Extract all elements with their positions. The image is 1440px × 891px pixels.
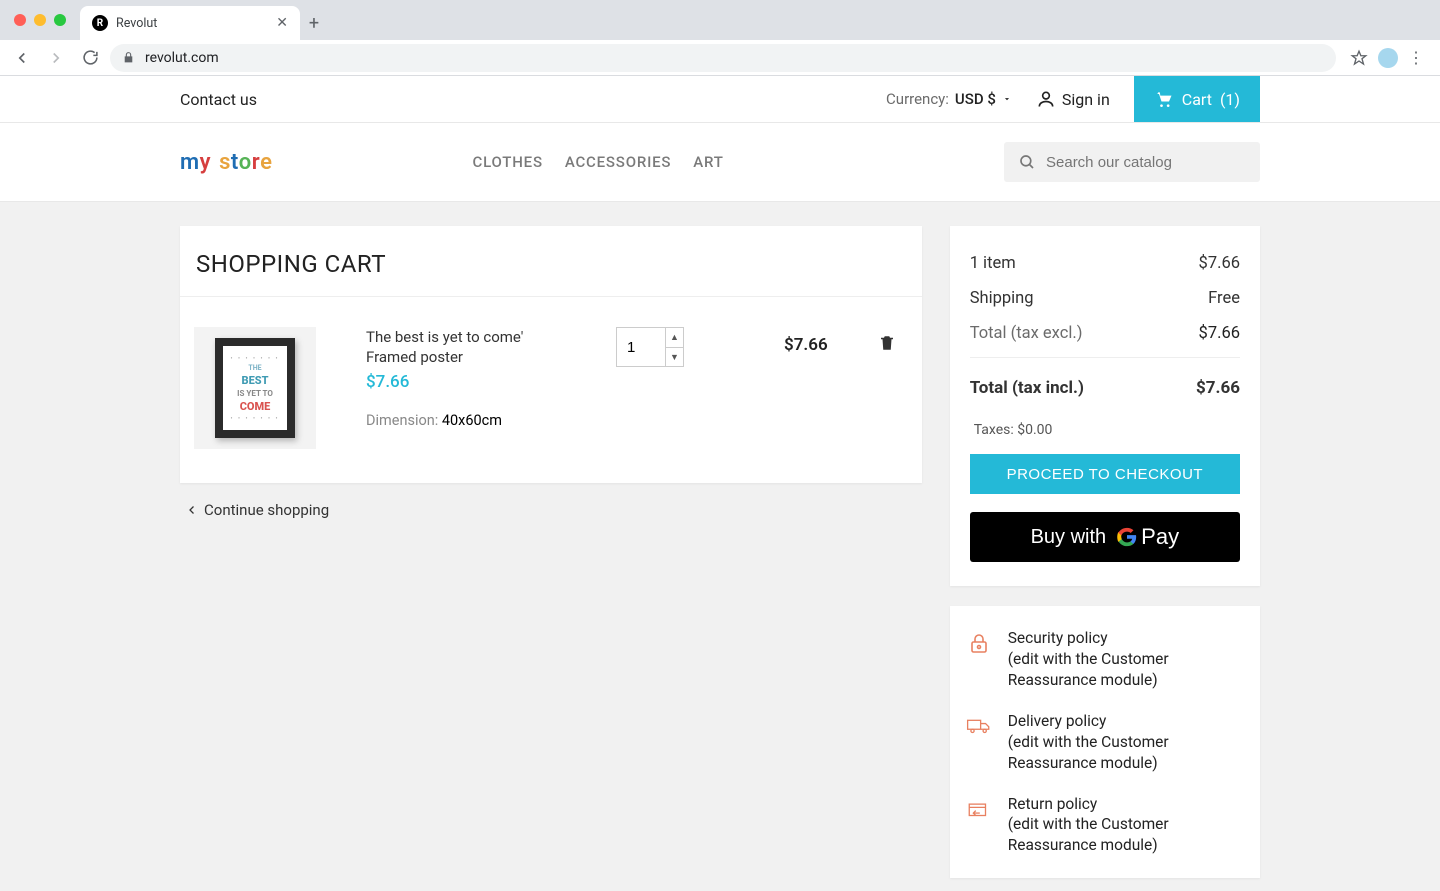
summary-shipping-label: Shipping — [970, 289, 1034, 308]
favicon-icon: R — [92, 15, 108, 31]
truck-icon — [966, 713, 992, 739]
summary-total-excl-value: $7.66 — [1199, 324, 1240, 343]
nav-accessories[interactable]: ACCESSORIES — [565, 153, 671, 171]
checkout-button[interactable]: PROCEED TO CHECKOUT — [970, 454, 1240, 494]
product-unit-price: $7.66 — [366, 372, 566, 392]
nav-clothes[interactable]: CLOTHES — [472, 153, 542, 171]
return-icon — [966, 796, 992, 822]
product-thumbnail[interactable]: • • • • • • • THE BEST IS YET TO COME • … — [194, 327, 316, 449]
user-icon — [1036, 89, 1056, 109]
lock-icon — [966, 630, 992, 656]
qty-down-button[interactable]: ▼ — [666, 348, 683, 367]
currency-value: USD $ — [955, 90, 996, 108]
summary-items-label: 1 item — [970, 254, 1016, 273]
security-sub: (edit with the Customer Reassurance modu… — [1008, 649, 1244, 691]
line-total: $7.66 — [784, 335, 828, 355]
summary-total-excl-label: Total (tax excl.) — [970, 324, 1083, 343]
summary-shipping-value: Free — [1208, 289, 1240, 308]
chevron-left-icon — [186, 504, 198, 516]
taxes-value: $0.00 — [1017, 422, 1052, 438]
gpay-button[interactable]: Buy with Pay — [970, 512, 1240, 562]
lock-icon — [122, 51, 135, 64]
search-box[interactable] — [1004, 142, 1260, 182]
quantity-stepper: ▲ ▼ — [616, 327, 684, 367]
gpay-logo-icon: Pay — [1116, 524, 1179, 550]
profile-avatar[interactable] — [1378, 48, 1398, 68]
return-sub: (edit with the Customer Reassurance modu… — [1008, 814, 1244, 856]
delivery-sub: (edit with the Customer Reassurance modu… — [1008, 732, 1244, 774]
browser-menu-icon[interactable]: ⋮ — [1408, 48, 1424, 67]
return-title: Return policy — [1008, 795, 1098, 813]
search-icon — [1018, 153, 1036, 171]
browser-tab-strip: R Revolut ✕ + — [0, 0, 1440, 40]
reload-button[interactable] — [76, 44, 104, 72]
chevron-down-icon — [1002, 94, 1012, 104]
cart-label: Cart — [1182, 90, 1212, 109]
currency-label: Currency: — [886, 90, 949, 108]
summary-items-value: $7.66 — [1199, 254, 1240, 273]
contact-link[interactable]: Contact us — [180, 90, 257, 109]
close-tab-icon[interactable]: ✕ — [276, 15, 288, 31]
continue-shopping-link[interactable]: Continue shopping — [180, 483, 922, 537]
maximize-window-icon[interactable] — [54, 14, 66, 26]
address-bar[interactable]: revolut.com — [110, 44, 1336, 72]
summary-total-incl-value: $7.66 — [1196, 378, 1240, 398]
delivery-title: Delivery policy — [1008, 712, 1107, 730]
bookmark-icon[interactable] — [1350, 49, 1368, 67]
cart-item: • • • • • • • THE BEST IS YET TO COME • … — [180, 297, 922, 483]
browser-toolbar: revolut.com ⋮ — [0, 40, 1440, 76]
minimize-window-icon[interactable] — [34, 14, 46, 26]
cart-button[interactable]: Cart (1) — [1134, 76, 1260, 122]
quantity-input[interactable] — [617, 328, 665, 366]
page-title: SHOPPING CART — [180, 226, 922, 297]
qty-up-button[interactable]: ▲ — [666, 328, 683, 348]
remove-item-button[interactable] — [878, 333, 896, 353]
poster-icon: • • • • • • • THE BEST IS YET TO COME • … — [215, 338, 295, 438]
nav-art[interactable]: ART — [693, 153, 723, 171]
window-controls — [12, 0, 80, 40]
tab-title: Revolut — [116, 16, 268, 31]
continue-shopping-label: Continue shopping — [204, 501, 329, 519]
new-tab-button[interactable]: + — [300, 6, 328, 40]
browser-tab[interactable]: R Revolut ✕ — [80, 6, 300, 40]
cart-icon — [1154, 89, 1174, 109]
taxes-label: Taxes: — [974, 422, 1014, 438]
forward-button[interactable] — [42, 44, 70, 72]
order-summary: 1 item $7.66 Shipping Free Total (tax ex… — [950, 226, 1260, 586]
back-button[interactable] — [8, 44, 36, 72]
reassurance-block: Security policy (edit with the Customer … — [950, 606, 1260, 878]
cart-count: (1) — [1220, 90, 1240, 109]
security-title: Security policy — [1008, 629, 1108, 647]
summary-total-incl-label: Total (tax incl.) — [970, 378, 1084, 398]
dimension-value: 40x60cm — [442, 412, 502, 429]
gpay-prefix: Buy with — [1031, 526, 1107, 549]
signin-link[interactable]: Sign in — [1036, 76, 1110, 122]
signin-label: Sign in — [1062, 90, 1110, 109]
product-name[interactable]: The best is yet to come' Framed poster — [366, 327, 566, 368]
url-text: revolut.com — [145, 50, 219, 66]
close-window-icon[interactable] — [14, 14, 26, 26]
store-logo[interactable]: mystore — [180, 150, 272, 175]
dimension-label: Dimension: — [366, 412, 438, 429]
currency-selector[interactable]: Currency: USD $ — [886, 76, 1012, 122]
search-input[interactable] — [1046, 154, 1246, 171]
